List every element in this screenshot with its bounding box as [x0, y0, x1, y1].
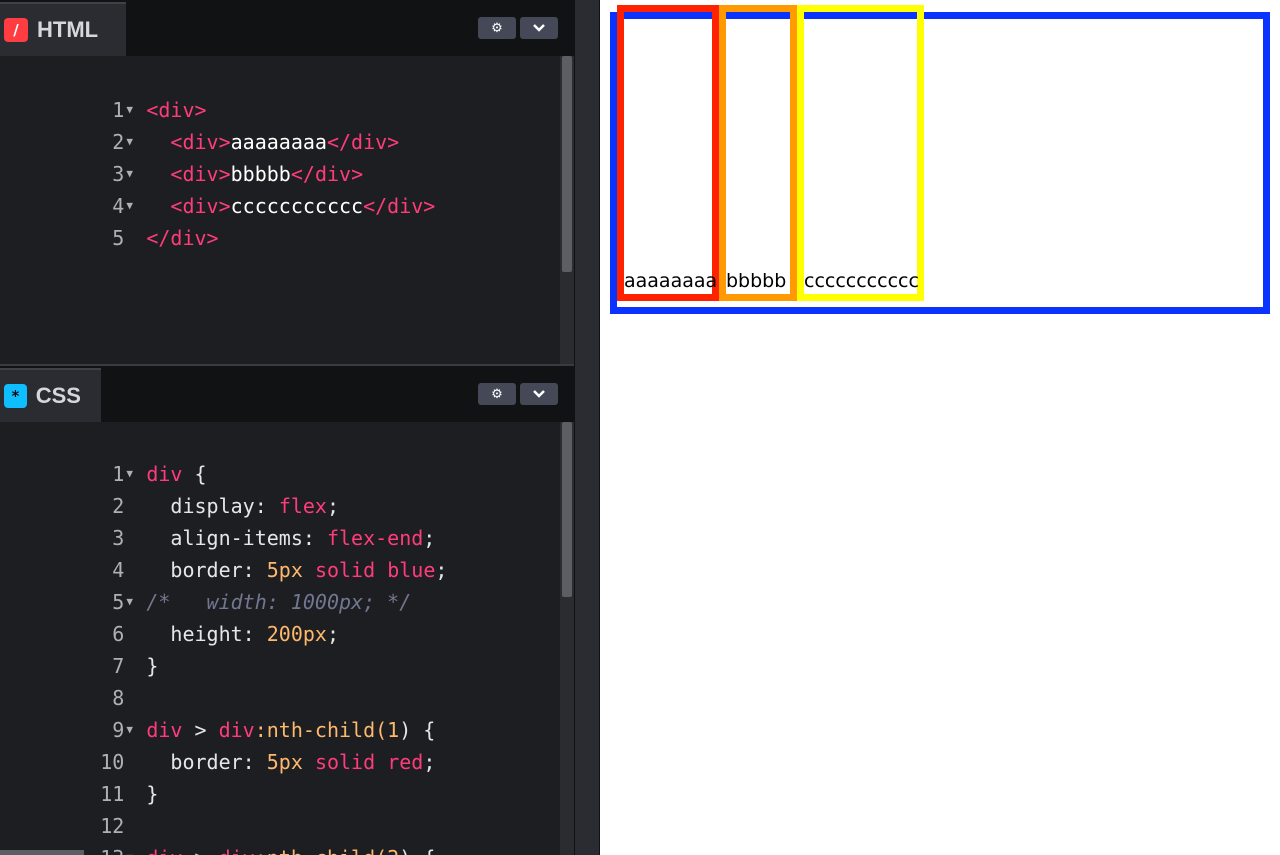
css-property: border: [170, 750, 243, 774]
code-line: 5 </div>: [0, 190, 218, 250]
scrollbar-thumb[interactable]: [562, 422, 572, 597]
html-code-area[interactable]: 1 ▼ <div> 2 ▼ <div>aaaaaaaa</div> 3 ▼ <div>b…: [0, 56, 560, 364]
css-selector: div: [146, 846, 182, 855]
editor-column: / HTML ⚙ 1 ▼ <div> 2 ▼ <div>aaaaaaaa</div> …: [0, 0, 574, 855]
css-value: solid: [314, 750, 376, 774]
css-number: 2: [387, 846, 399, 855]
pane-resize-gutter[interactable]: [574, 0, 600, 855]
css-punctuation: }: [146, 654, 159, 678]
preview-child-2-text: bbbbb: [726, 270, 787, 292]
code-line: 5 ▼/* width: 1000px; */: [0, 554, 411, 614]
html-text: ccccccccccc: [230, 194, 364, 218]
scrollbar-thumb[interactable]: [562, 56, 572, 272]
code-line: 11 }: [0, 746, 158, 806]
line-number: 13: [96, 842, 124, 855]
css-code-area[interactable]: 1 ▼ div { 2 display: flex; 3 align-items: …: [0, 422, 560, 855]
preview-child-1-text: aaaaaaaa: [624, 270, 718, 292]
css-panel-header: * CSS ⚙: [0, 366, 574, 422]
preview-child-3-text: ccccccccccc: [804, 270, 919, 292]
html-panel-header: / HTML ⚙: [0, 0, 574, 56]
code-line: 3 align-items: flex-end;: [0, 490, 435, 550]
gear-icon: ⚙: [491, 386, 503, 402]
css-property: height: [170, 622, 243, 646]
html-collapse-button[interactable]: [520, 17, 558, 39]
preview-child-3: ccccccccccc: [797, 5, 924, 301]
css-scrollbar[interactable]: [560, 422, 574, 855]
preview-child-2: bbbbb: [719, 5, 797, 301]
tab-css[interactable]: * CSS: [0, 368, 101, 422]
gear-icon: ⚙: [491, 20, 503, 36]
css-value: red: [387, 750, 424, 774]
css-settings-button[interactable]: ⚙: [478, 383, 516, 405]
code-line: 8: [0, 650, 126, 710]
code-line: 12: [0, 778, 126, 838]
line-number: 5: [112, 226, 125, 250]
css-pseudo: :nth-child(: [255, 846, 387, 855]
code-line: 2 ▼ <div>aaaaaaaa</div>: [0, 94, 399, 154]
html-scrollbar[interactable]: [560, 56, 574, 364]
fold-arrow-icon[interactable]: ▼: [126, 842, 146, 855]
css-punctuation: ) {: [399, 846, 435, 855]
css-tab-label: CSS: [35, 383, 81, 408]
code-line: 13▼div > div:nth-child(2) {: [0, 810, 435, 855]
code-line: 7 }: [0, 618, 158, 678]
asterisk-icon: *: [4, 384, 27, 408]
code-line: 1 ▼ <div>: [0, 62, 206, 122]
chevron-down-icon: [533, 24, 545, 32]
html-settings-button[interactable]: ⚙: [478, 17, 516, 39]
css-number: 5px: [266, 750, 303, 774]
html-tag: </div>: [363, 194, 436, 218]
css-editor-panel: * CSS ⚙ 1 ▼ div { 2 display: flex; 3 align…: [0, 366, 574, 855]
code-line: 4 ▼ <div>ccccccccccc</div>: [0, 158, 435, 218]
html-tab-label: HTML: [37, 17, 99, 42]
code-line: 9 ▼ div > div:nth-child(1) {: [0, 682, 435, 742]
css-punctuation: }: [146, 782, 159, 806]
code-line: 1 ▼ div {: [0, 426, 206, 486]
preview-child-1: aaaaaaaa: [617, 5, 719, 301]
horizontal-scrollbar-thumb[interactable]: [0, 850, 84, 855]
chevron-down-icon: [533, 390, 545, 398]
code-line: 2 display: flex;: [0, 458, 339, 518]
slash-icon: /: [4, 18, 28, 42]
code-line: 4 border: 5px solid blue;: [0, 522, 447, 582]
code-line: 3 ▼ <div>bbbbb</div>: [0, 126, 363, 186]
css-punctuation: >: [182, 846, 218, 855]
css-collapse-button[interactable]: [520, 383, 558, 405]
tab-html[interactable]: / HTML: [0, 2, 126, 56]
code-line: 10 border: 5px solid red;: [0, 714, 435, 774]
html-editor-panel: / HTML ⚙ 1 ▼ <div> 2 ▼ <div>aaaaaaaa</div> …: [0, 0, 574, 364]
code-line: 6 height: 200px;: [0, 586, 339, 646]
css-number: 200px: [266, 622, 327, 646]
css-selector: div: [219, 846, 255, 855]
html-tag: </div>: [146, 226, 219, 250]
